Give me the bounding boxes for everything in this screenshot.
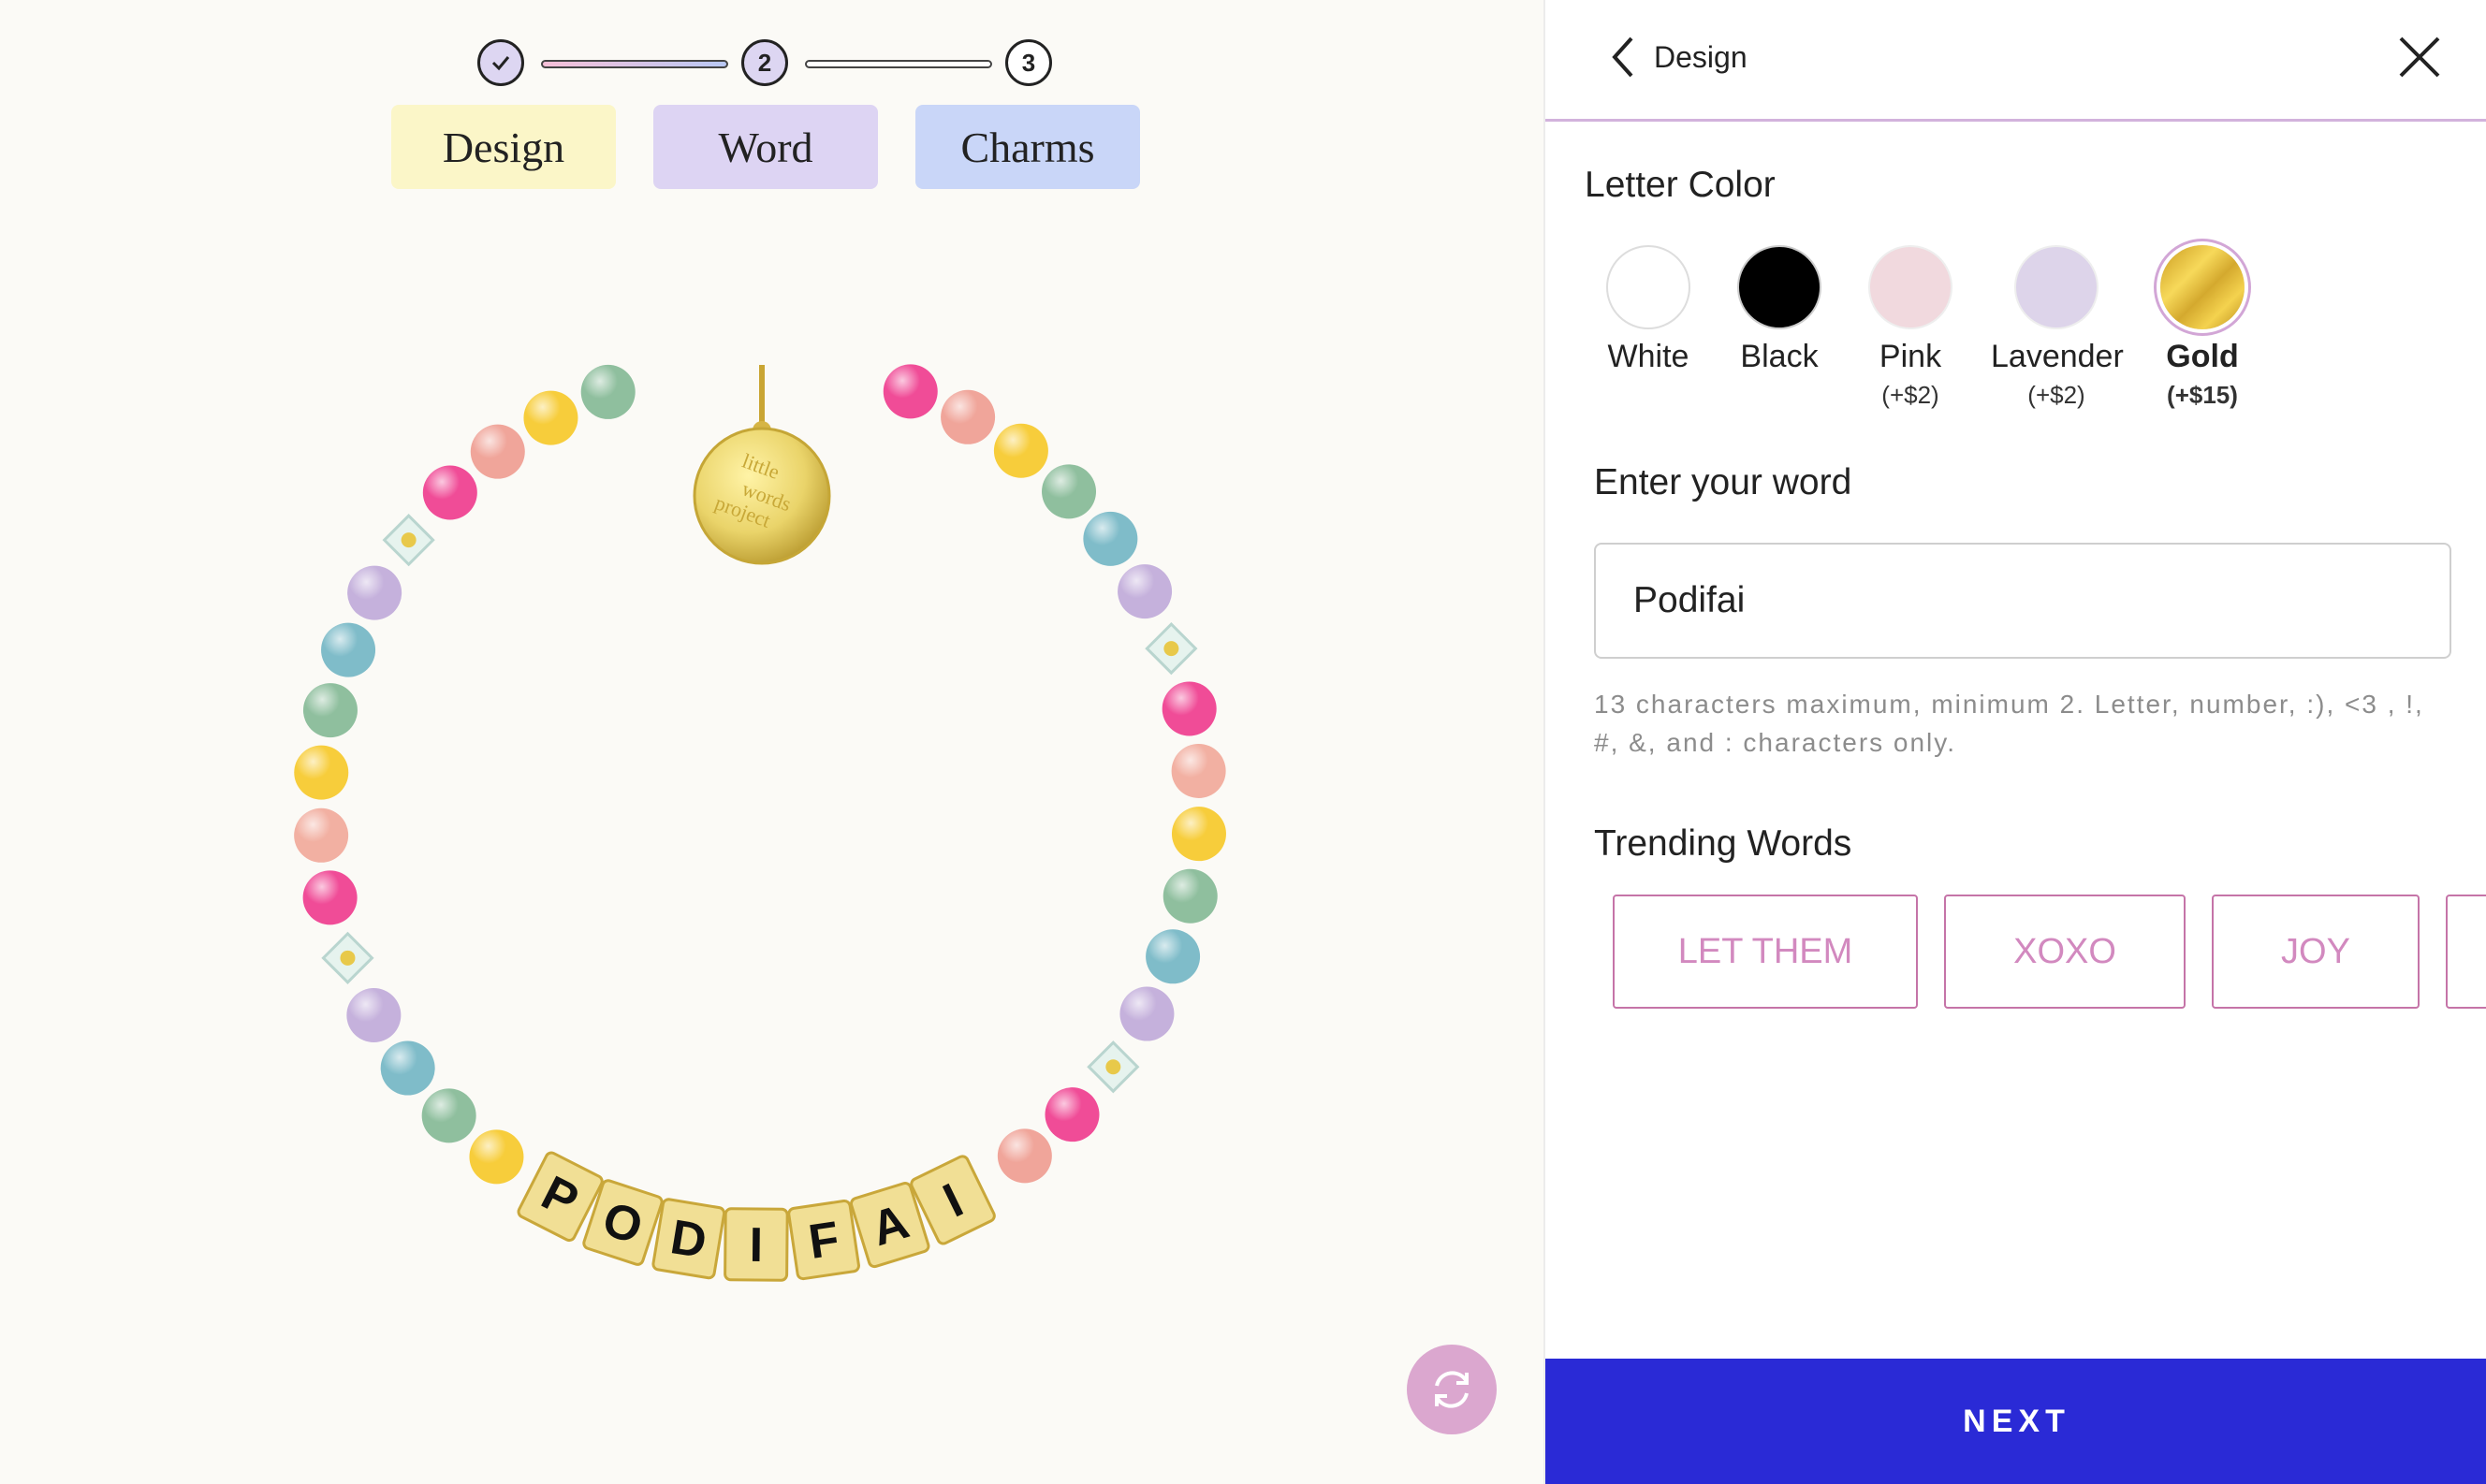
step-3[interactable]: 3: [1005, 39, 1052, 86]
step-1-complete[interactable]: [477, 39, 524, 86]
check-icon: [491, 56, 510, 71]
bead-shine: [1118, 564, 1173, 619]
lavender-swatch: [2014, 245, 2098, 329]
bead-shine: [346, 987, 402, 1042]
bead-shine: [941, 389, 996, 444]
bead-shine: [993, 423, 1048, 478]
step-connector-2: [805, 60, 992, 68]
bead-shine: [1119, 986, 1175, 1041]
step-tabs: Design Word Charms: [391, 105, 1140, 191]
progress-stepper: 2 3: [477, 37, 1058, 90]
bead-shine: [1083, 511, 1138, 566]
color-price: (+$2): [2027, 381, 2085, 409]
gold-spacer: [1105, 1059, 1121, 1075]
back-button[interactable]: Design: [1609, 34, 1748, 80]
refresh-icon: [1435, 1371, 1469, 1408]
trending-word-button[interactable]: LET THEM: [1613, 895, 1918, 1009]
color-name: Lavender: [1991, 339, 2124, 374]
color-price: (+$2): [1881, 381, 1939, 409]
letter-block: I: [724, 1207, 789, 1282]
step-2[interactable]: 2: [741, 39, 788, 86]
bead-shine: [470, 424, 525, 479]
bracelet-preview: PODIFAI little words project: [294, 364, 1226, 1282]
letter-glyph: I: [749, 1218, 763, 1273]
letter-color-options: White Black Pink (+$2) Lavender (+$2) Go…: [1583, 241, 2275, 419]
word-hint: 13 characters maximum, minimum 2. Letter…: [1594, 690, 2424, 757]
color-option-lavender[interactable]: Lavender (+$2): [1991, 241, 2124, 410]
bead-shine: [302, 870, 358, 925]
gold-swatch: [2160, 245, 2245, 329]
bead-shine: [1045, 1087, 1100, 1142]
color-option-white[interactable]: White: [1583, 241, 1714, 375]
trending-words-list: LET THEM XOXO JOY: [1613, 895, 2486, 1012]
letter-block: D: [651, 1198, 726, 1280]
trending-word-button[interactable]: JOY: [2212, 895, 2420, 1009]
bead-shine: [294, 745, 349, 800]
color-option-gold[interactable]: Gold (+$15): [2137, 241, 2268, 410]
gold-spacer: [340, 950, 356, 966]
color-name: Pink: [1879, 339, 1942, 374]
letter-color-title: Letter Color: [1585, 165, 1776, 205]
bead-shine: [380, 1040, 435, 1096]
color-option-pink[interactable]: Pink (+$2): [1845, 241, 1976, 410]
bead-shine: [469, 1129, 524, 1185]
preview-area: 2 3 Design Word Charms PODIFAI little wo…: [0, 0, 1543, 1484]
black-swatch: [1737, 245, 1821, 329]
bead-shine: [1162, 681, 1217, 736]
charm-pendant: little words project: [693, 365, 831, 565]
color-name: White: [1607, 339, 1689, 374]
bead-shine: [1163, 868, 1218, 924]
bead-shine: [422, 465, 477, 520]
customize-panel: Design Letter Color White Black Pink (+$…: [1543, 0, 2486, 1484]
trending-word-button[interactable]: XOXO: [1944, 895, 2186, 1009]
letter-block: F: [787, 1199, 860, 1281]
bead-shine: [523, 390, 578, 445]
color-option-black[interactable]: Black: [1714, 241, 1845, 375]
back-label: Design: [1654, 39, 1748, 74]
bead-shine: [1042, 464, 1097, 519]
close-button[interactable]: [2396, 34, 2443, 80]
word-input[interactable]: [1594, 543, 2451, 659]
gold-spacer: [401, 532, 417, 548]
bead-shine: [1146, 929, 1201, 984]
letter-blocks: PODIFAI: [517, 1151, 996, 1282]
bead-shine: [1171, 743, 1226, 798]
color-price: (+$15): [2167, 381, 2238, 409]
bead-shine: [1171, 807, 1226, 862]
bead-shine: [580, 364, 636, 419]
bead-shine: [321, 622, 376, 677]
bead-shine: [294, 807, 349, 863]
chevron-left-icon: [1612, 36, 1633, 78]
trending-title: Trending Words: [1594, 823, 1852, 864]
tab-design[interactable]: Design: [391, 105, 616, 189]
color-name: Black: [1740, 339, 1819, 374]
tab-word[interactable]: Word: [653, 105, 878, 189]
bead-shine: [347, 565, 402, 620]
bead-shine: [302, 683, 358, 738]
panel-header: Design: [1545, 0, 2486, 122]
step-connector-1: [541, 60, 728, 68]
tab-charms[interactable]: Charms: [915, 105, 1140, 189]
trending-word-button-overflow[interactable]: [2446, 895, 2486, 1009]
next-button[interactable]: NEXT: [1545, 1359, 2486, 1484]
pink-swatch: [1868, 245, 1952, 329]
rotate-view-button[interactable]: [1407, 1345, 1497, 1434]
word-title: Enter your word: [1594, 462, 1852, 502]
gold-spacer: [1163, 641, 1179, 657]
bead-shine: [997, 1128, 1052, 1184]
bead-shine: [421, 1088, 476, 1143]
color-name: Gold: [2166, 339, 2239, 374]
white-swatch: [1606, 245, 1690, 329]
close-icon: [2399, 36, 2440, 78]
bead-shine: [883, 364, 938, 419]
